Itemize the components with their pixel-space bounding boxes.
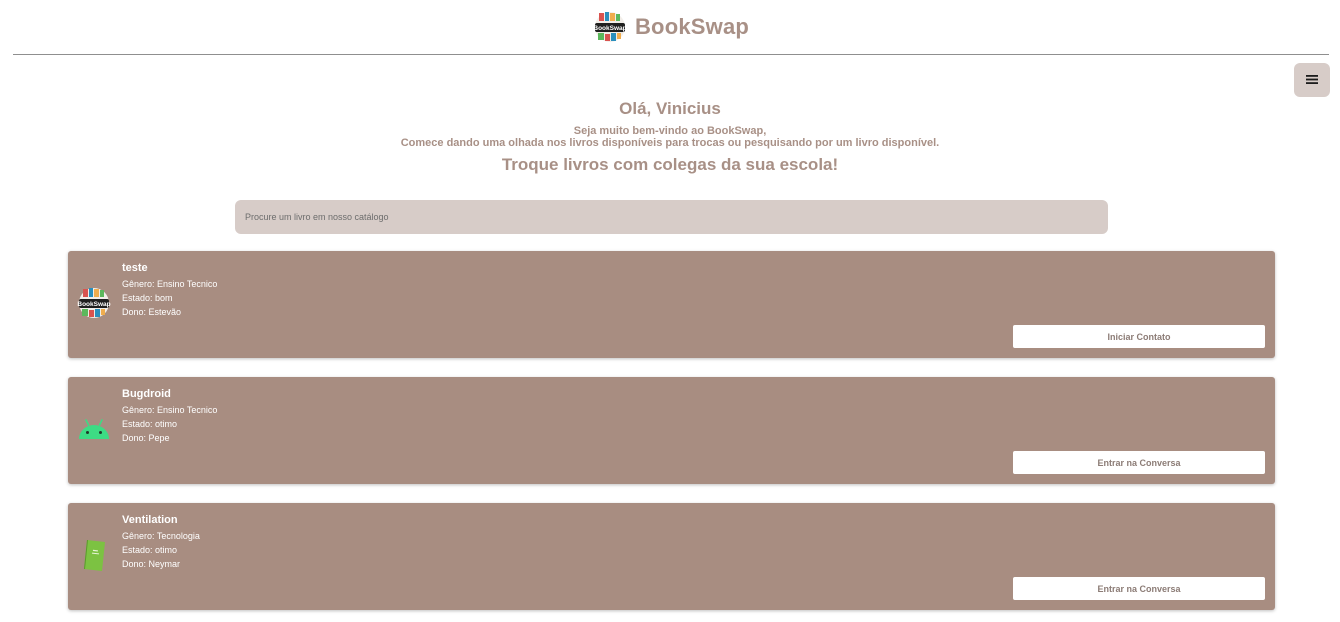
book-genre: Gênero: Ensino Tecnico — [122, 279, 218, 289]
book-owner: Dono: Pepe — [122, 433, 170, 443]
welcome-message: Seja muito bem-vindo ao BookSwap, Comece… — [0, 125, 1340, 149]
book-state: Estado: otimo — [122, 545, 178, 555]
book-card: Ventilation Gênero: Tecnologia Estado: o… — [68, 503, 1275, 610]
book-owner: Dono: Neymar — [122, 559, 181, 569]
tagline: Troque livros com colegas da sua escola! — [501, 155, 839, 174]
book-title: teste — [122, 262, 148, 274]
search-input[interactable] — [235, 200, 1108, 234]
start-contact-button[interactable]: Iniciar Contato — [1013, 325, 1265, 348]
enter-conversation-button[interactable]: Entrar na Conversa — [1013, 451, 1265, 474]
book-thumbnail[interactable] — [77, 413, 111, 449]
hamburger-menu-icon — [1306, 71, 1318, 89]
bookswap-logo-icon: BookSwap — [77, 286, 111, 325]
book-genre: Gênero: Tecnologia — [122, 531, 200, 541]
welcome-line-1: Seja muito bem-vindo ao BookSwap, — [573, 125, 767, 137]
brand[interactable]: BookSwap BookSwap — [593, 10, 749, 44]
book-info: teste Gênero: Ensino Tecnico Estado: bom… — [122, 261, 217, 319]
enter-conversation-button[interactable]: Entrar na Conversa — [1013, 577, 1265, 600]
book-card: Bugdroid Gênero: Ensino Tecnico Estado: … — [68, 377, 1275, 484]
book-info: Ventilation Gênero: Tecnologia Estado: o… — [122, 513, 200, 571]
site-header: BookSwap BookSwap — [13, 0, 1329, 55]
book-owner: Dono: Estevão — [122, 307, 182, 317]
svg-text:BookSwap: BookSwap — [593, 25, 626, 32]
book-thumbnail[interactable]: BookSwap — [77, 287, 111, 323]
book-state: Estado: bom — [122, 293, 173, 303]
greeting-heading: Olá, Vinicius — [619, 99, 721, 118]
menu-button[interactable] — [1294, 63, 1330, 97]
book-info: Bugdroid Gênero: Ensino Tecnico Estado: … — [122, 387, 217, 445]
svg-text:BookSwap: BookSwap — [77, 301, 110, 308]
book-card: BookSwap teste Gênero: Ensino Tecnico Es… — [68, 251, 1275, 358]
book-title: Ventilation — [122, 514, 178, 526]
welcome-line-2: Comece dando uma olhada nos livros dispo… — [400, 137, 940, 149]
welcome-section: Olá, Vinicius Seja muito bem-vindo ao Bo… — [0, 98, 1340, 175]
book-genre: Gênero: Ensino Tecnico — [122, 405, 218, 415]
green-book-icon — [81, 538, 107, 577]
bookswap-logo-icon: BookSwap — [593, 10, 627, 44]
book-thumbnail[interactable] — [77, 539, 111, 575]
brand-name[interactable]: BookSwap — [635, 14, 749, 40]
android-icon — [77, 417, 111, 446]
book-title: Bugdroid — [122, 388, 171, 400]
book-state: Estado: otimo — [122, 419, 178, 429]
